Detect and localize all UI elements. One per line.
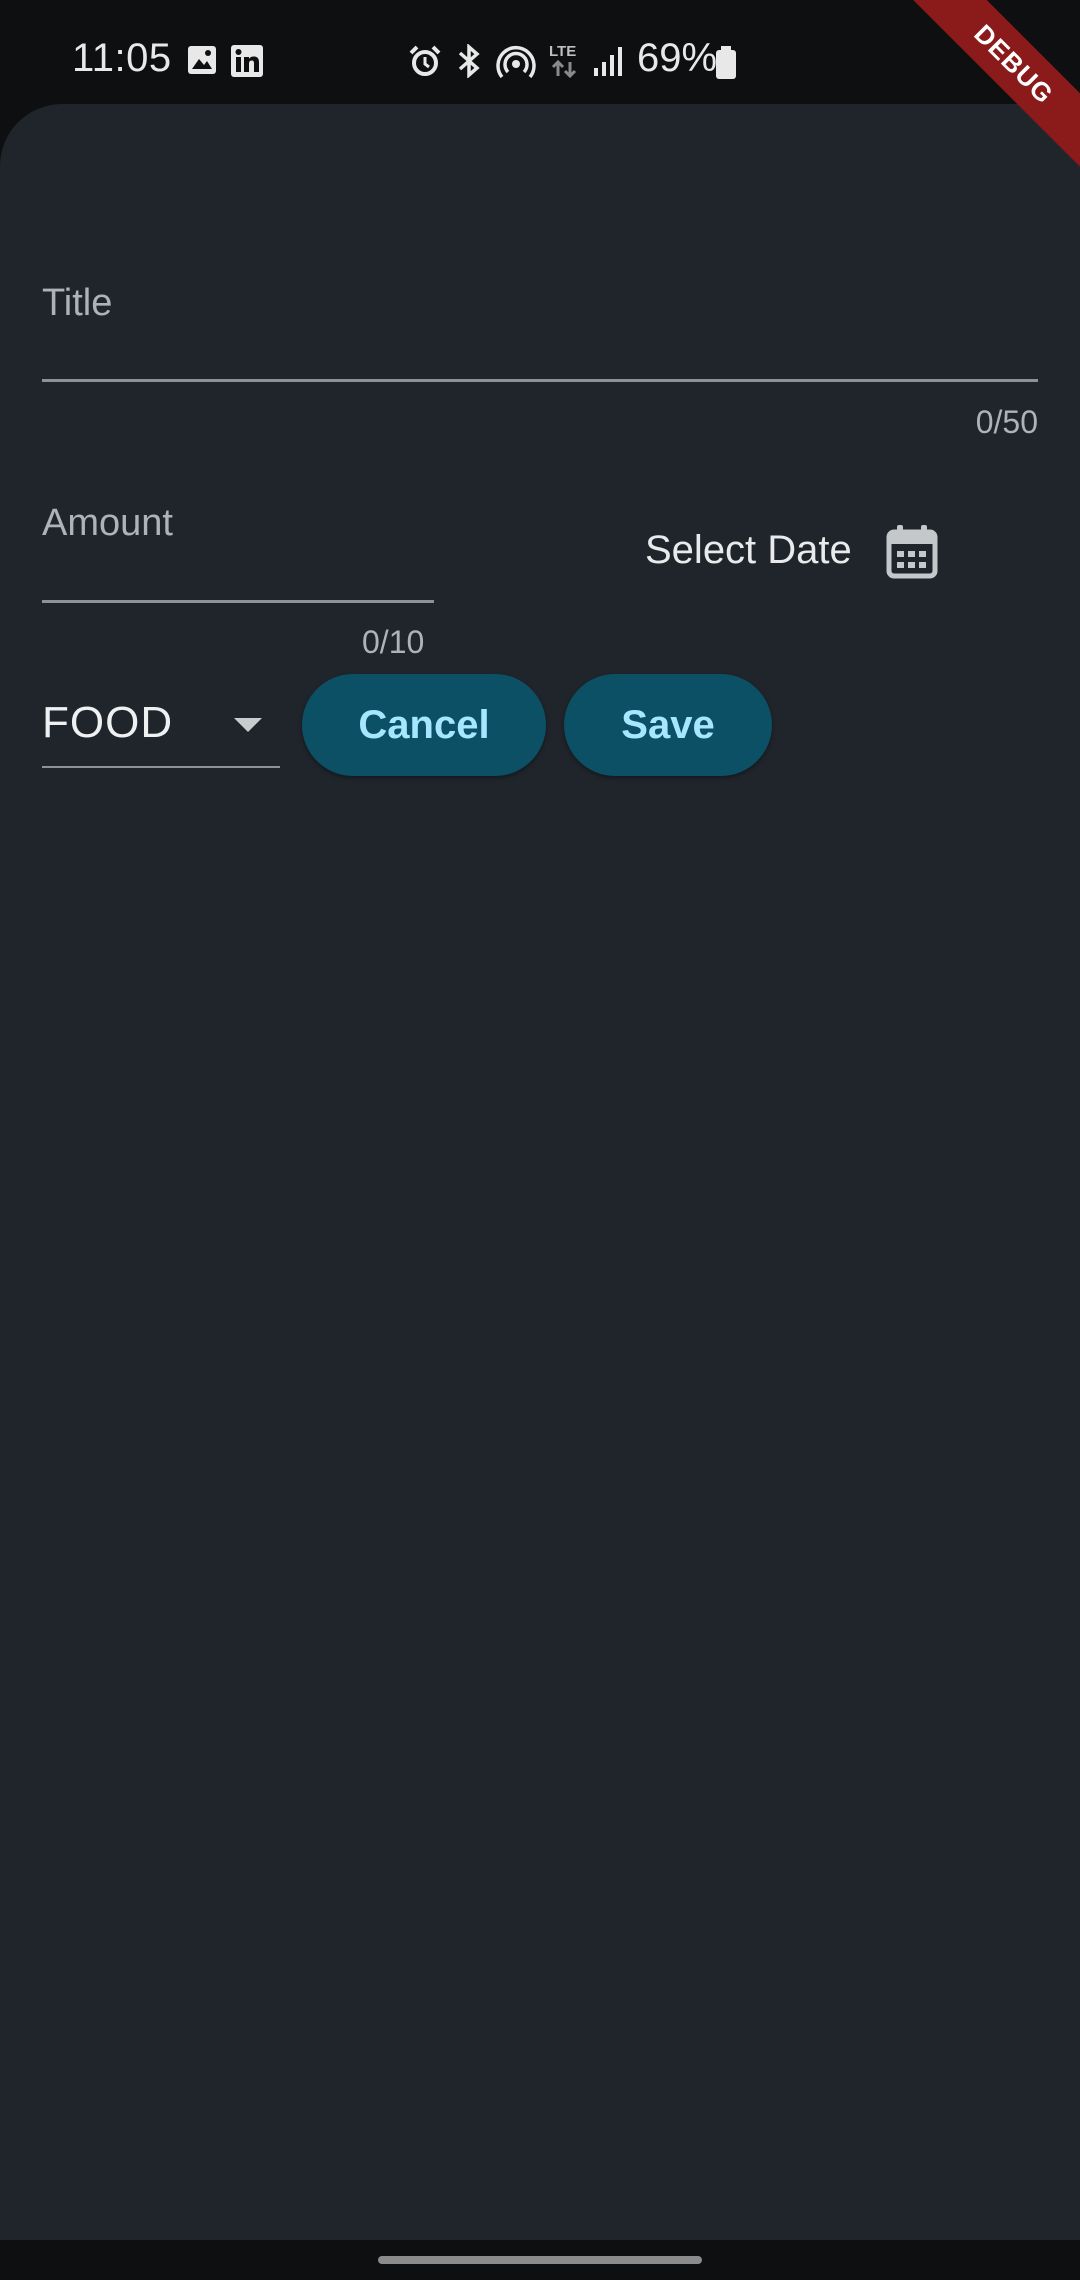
- title-field[interactable]: Title: [42, 264, 1038, 384]
- title-field-label: Title: [42, 282, 113, 324]
- category-dropdown-underline: [42, 766, 280, 768]
- save-button[interactable]: Save: [564, 674, 772, 776]
- lte-icon: LTE: [548, 42, 584, 85]
- category-dropdown-value: FOOD: [42, 698, 174, 747]
- new-expense-sheet: Title 0/50 Amount 0/10 Select Date FOOD …: [0, 104, 1080, 2240]
- select-date-label: Select Date: [645, 528, 852, 572]
- amount-field[interactable]: Amount: [42, 484, 434, 594]
- signal-icon: [592, 44, 626, 83]
- status-time: 11:05: [72, 36, 172, 80]
- amount-field-underline: [42, 600, 434, 603]
- hotspot-icon: [496, 44, 536, 85]
- battery-percentage: 69%: [637, 36, 718, 80]
- linkedin-icon: [230, 44, 264, 83]
- bluetooth-icon: [455, 43, 483, 83]
- cancel-button[interactable]: Cancel: [302, 674, 546, 776]
- amount-char-counter: 0/10: [362, 624, 425, 660]
- title-field-underline: [42, 379, 1038, 382]
- title-char-counter: 0/50: [975, 404, 1038, 440]
- calendar-icon[interactable]: [886, 524, 938, 585]
- battery-icon: [714, 46, 738, 85]
- navigation-bar: [0, 2240, 1080, 2280]
- status-bar: 11:05 LTE 69%: [0, 0, 1080, 110]
- chevron-down-icon: [234, 718, 262, 732]
- amount-field-label: Amount: [42, 502, 173, 544]
- svg-text:LTE: LTE: [549, 43, 576, 60]
- home-gesture-handle[interactable]: [378, 2256, 702, 2264]
- alarm-icon: [408, 44, 442, 83]
- image-icon: [186, 44, 218, 81]
